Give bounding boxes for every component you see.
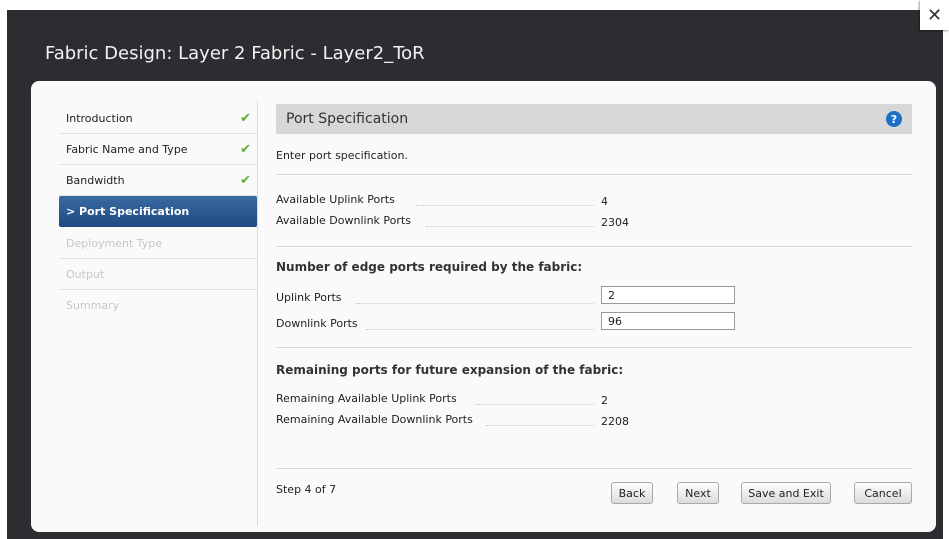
downlink-ports-row: Downlink Ports [276,312,912,333]
remaining-ports-heading: Remaining ports for future expansion of … [276,363,624,377]
port-specification-content: Port Specification ? Enter port specific… [276,104,912,504]
sidebar-item-label: Output [66,267,105,281]
remaining-uplink-row: Remaining Available Uplink Ports 2 [276,392,912,408]
leader-dots [416,204,594,206]
divider [276,468,912,469]
uplink-ports-label: Uplink Ports [276,291,342,304]
sidebar-item-output: Output [59,259,257,290]
leader-dots [356,302,594,304]
remaining-downlink-label: Remaining Available Downlink Ports [276,413,473,426]
uplink-ports-row: Uplink Ports [276,286,912,307]
available-downlink-value: 2304 [601,216,629,229]
leader-dots [366,328,594,330]
check-icon: ✔ [240,110,251,126]
wizard-steps-sidebar: Introduction ✔ Fabric Name and Type ✔ Ba… [59,103,257,321]
section-header: Port Specification ? [276,104,912,134]
description-text: Enter port specification. [276,149,408,162]
sidebar-divider [257,101,258,526]
sidebar-item-port-specification[interactable]: > Port Specification [59,196,257,227]
sidebar-item-label: Introduction [66,111,133,125]
help-icon[interactable]: ? [886,111,902,127]
leader-dots [486,424,594,426]
downlink-ports-label: Downlink Ports [276,317,358,330]
sidebar-item-summary: Summary [59,290,257,321]
check-icon: ✔ [240,172,251,188]
step-indicator: Step 4 of 7 [276,483,337,496]
check-icon: ✔ [240,141,251,157]
divider [276,174,912,175]
back-button[interactable]: Back [611,482,653,504]
leader-dots [476,403,594,405]
leader-dots [426,225,594,227]
available-uplink-label: Available Uplink Ports [276,193,395,206]
available-downlink-row: Available Downlink Ports 2304 [276,214,912,230]
next-button[interactable]: Next [677,482,719,504]
uplink-ports-input[interactable] [601,286,735,304]
remaining-downlink-row: Remaining Available Downlink Ports 2208 [276,413,912,429]
available-downlink-label: Available Downlink Ports [276,214,411,227]
sidebar-item-bandwidth[interactable]: Bandwidth ✔ [59,165,257,196]
sidebar-item-label: Bandwidth [66,173,125,187]
sidebar-item-label: Deployment Type [66,236,163,250]
available-uplink-row: Available Uplink Ports 4 [276,193,912,209]
divider [276,246,912,247]
sidebar-item-introduction[interactable]: Introduction ✔ [59,103,257,134]
divider [276,347,912,348]
remaining-uplink-label: Remaining Available Uplink Ports [276,392,457,405]
sidebar-item-fabric-name-and-type[interactable]: Fabric Name and Type ✔ [59,134,257,165]
cancel-button[interactable]: Cancel [854,482,912,504]
wizard-panel: Introduction ✔ Fabric Name and Type ✔ Ba… [31,81,936,532]
downlink-ports-input[interactable] [601,312,735,330]
dialog: Fabric Design: Layer 2 Fabric - Layer2_T… [7,10,943,539]
save-and-exit-button[interactable]: Save and Exit [741,482,831,504]
remaining-uplink-value: 2 [601,394,608,407]
remaining-downlink-value: 2208 [601,415,629,428]
sidebar-item-label: Fabric Name and Type [66,142,188,156]
sidebar-item-deployment-type: Deployment Type [59,228,257,259]
section-title: Port Specification [286,111,409,127]
close-icon[interactable]: ✕ [920,0,949,30]
sidebar-item-label: > Port Specification [66,205,190,218]
dialog-title: Fabric Design: Layer 2 Fabric - Layer2_T… [45,43,425,64]
sidebar-item-label: Summary [66,299,120,312]
available-uplink-value: 4 [601,195,608,208]
required-ports-heading: Number of edge ports required by the fab… [276,260,583,274]
